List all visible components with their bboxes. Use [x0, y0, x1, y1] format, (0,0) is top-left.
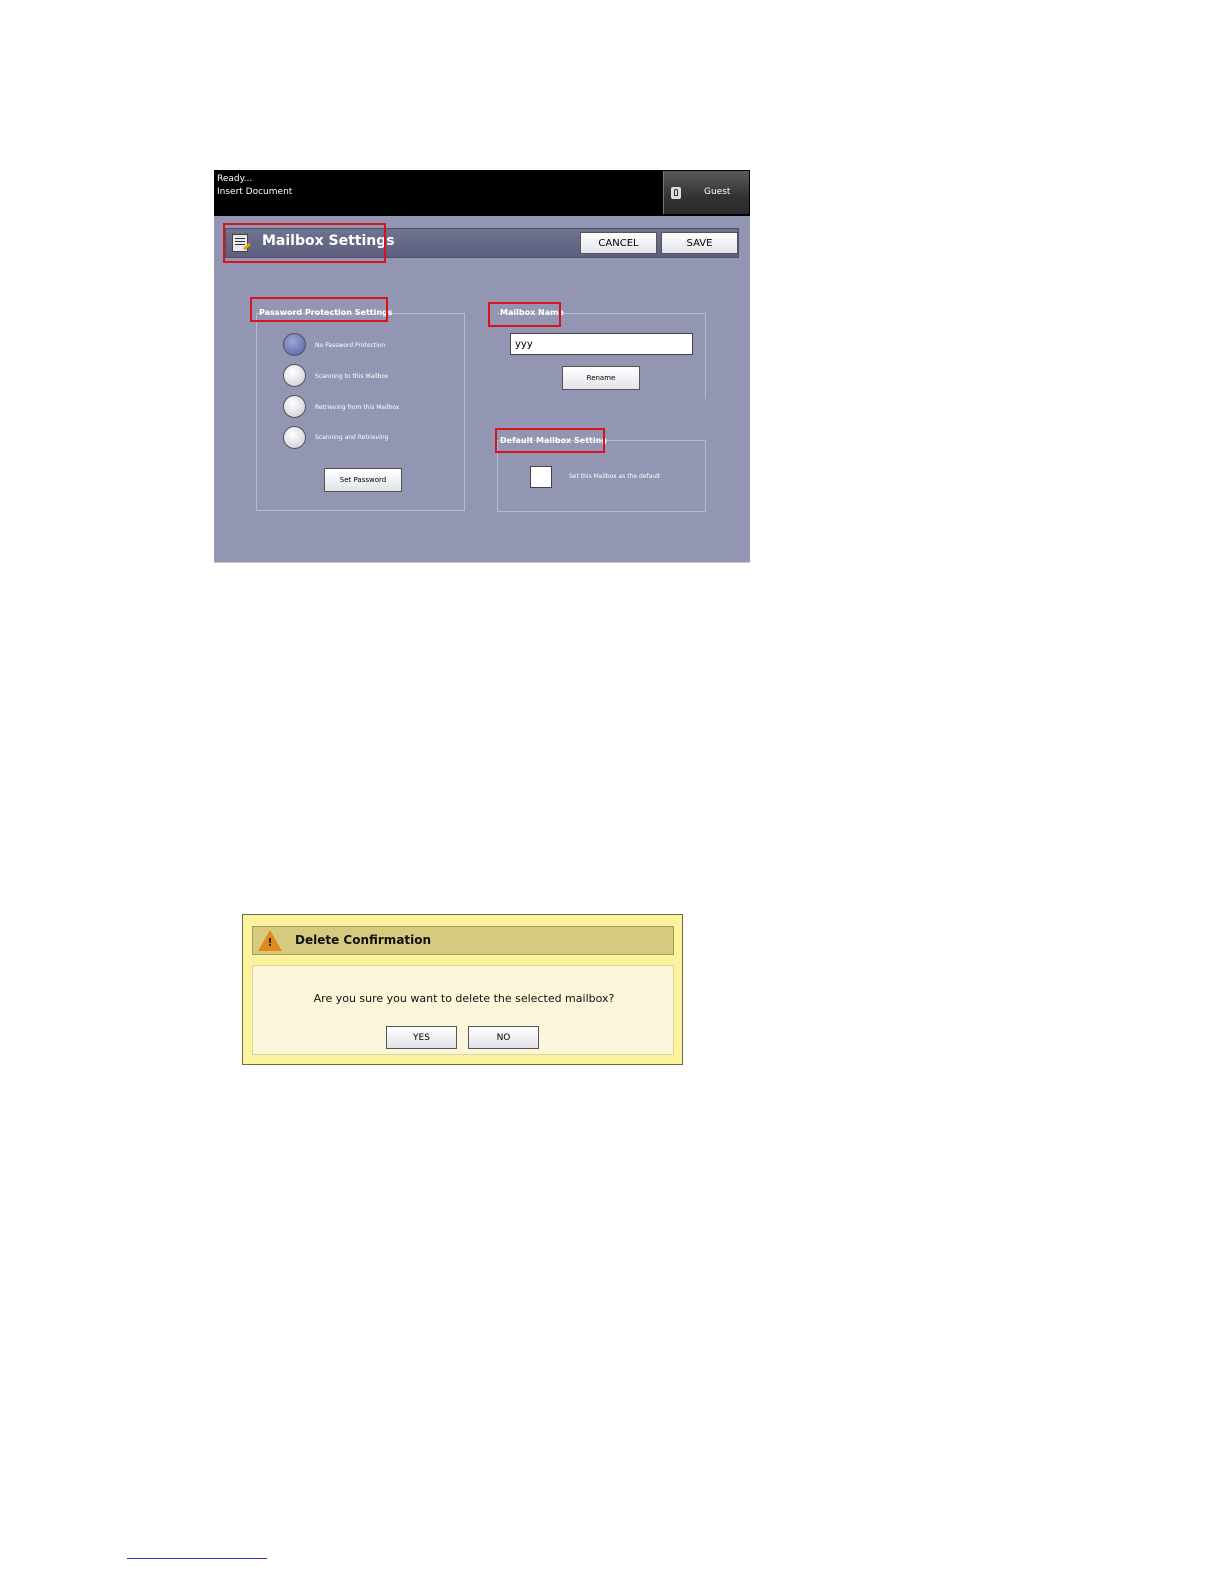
radio-label-scanning-and-retrieving: Scanning and Retrieving [315, 434, 389, 441]
radio-label-scanning: Scanning to this Mailbox [315, 373, 389, 380]
dialog-message: Are you sure you want to delete the sele… [313, 992, 615, 1005]
default-mailbox-highlight-box [495, 428, 605, 453]
mailbox-settings-screen: Ready... Insert Document Guest Mailbox S… [214, 170, 750, 562]
yes-button[interactable]: YES [386, 1026, 457, 1049]
status-message: Insert Document [217, 187, 293, 197]
guest-label: Guest [704, 187, 731, 197]
no-button[interactable]: NO [468, 1026, 539, 1049]
password-title-highlight-box [250, 297, 388, 322]
radio-retrieving[interactable] [283, 395, 306, 418]
dialog-title: Delete Confirmation [295, 933, 432, 947]
set-password-button[interactable]: Set Password [324, 468, 402, 492]
status-bar: Ready... Insert Document Guest [214, 170, 750, 216]
default-mailbox-checkbox-label: Set this Mailbox as the default [569, 473, 661, 480]
default-mailbox-checkbox[interactable] [530, 466, 552, 488]
guest-user-button[interactable]: Guest [663, 171, 749, 214]
radio-scanning-and-retrieving[interactable] [283, 426, 306, 449]
radio-label-no-password: No Password Protection [315, 342, 386, 349]
warning-exclamation: ! [267, 936, 273, 949]
footer-divider [127, 1558, 267, 1559]
status-ready: Ready... [217, 174, 253, 184]
title-highlight-box [223, 223, 386, 263]
lock-icon [671, 187, 681, 199]
radio-label-retrieving: Retrieving from this Mailbox [315, 404, 400, 411]
rename-button[interactable]: Rename [562, 366, 640, 390]
save-button[interactable]: SAVE [661, 232, 738, 254]
dialog-body: Are you sure you want to delete the sele… [252, 965, 674, 1055]
mailbox-name-input[interactable] [510, 333, 693, 355]
mailbox-name-highlight-box [488, 302, 561, 327]
delete-confirmation-dialog: ! Delete Confirmation Are you sure you w… [242, 914, 683, 1065]
dialog-header: ! Delete Confirmation [252, 926, 674, 955]
radio-scanning[interactable] [283, 364, 306, 387]
cancel-button[interactable]: CANCEL [580, 232, 657, 254]
radio-no-password[interactable] [283, 333, 306, 356]
